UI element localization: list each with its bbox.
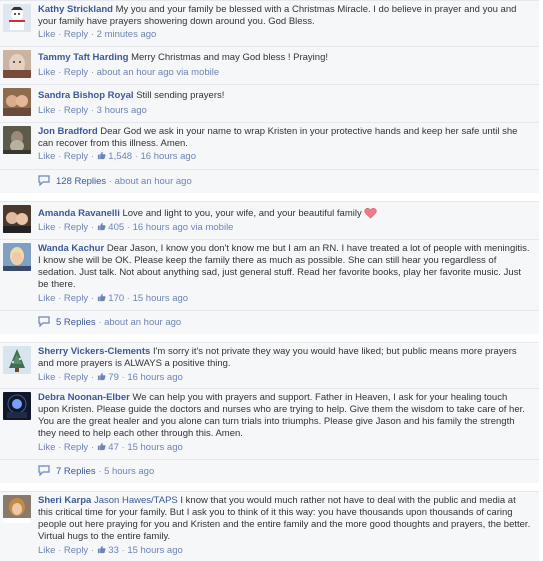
like-link[interactable]: Like: [38, 151, 55, 162]
avatar[interactable]: [3, 88, 31, 116]
spacer: [0, 193, 539, 201]
like-thumb-icon: [97, 293, 106, 302]
reply-link[interactable]: Reply: [64, 151, 88, 162]
comment-author[interactable]: Kathy Strickland: [38, 4, 113, 15]
spacer: [0, 334, 539, 342]
comment-author[interactable]: Amanda Ravanelli: [38, 208, 120, 219]
reply-link[interactable]: Reply: [64, 545, 88, 556]
like-link[interactable]: Like: [38, 222, 55, 233]
comment-author[interactable]: Debra Noonan-Elber: [38, 392, 130, 403]
avatar[interactable]: [3, 346, 31, 374]
like-link[interactable]: Like: [38, 442, 55, 453]
avatar[interactable]: [3, 243, 31, 271]
comment-time[interactable]: 15 hours ago: [133, 293, 188, 304]
reply-thread[interactable]: 5 Replies · about an hour ago: [0, 310, 539, 334]
avatar[interactable]: [3, 495, 31, 523]
comment-author[interactable]: Sandra Bishop Royal: [38, 90, 134, 101]
comment: Sheri Karpa Jason Hawes/TAPS I know that…: [0, 491, 539, 561]
like-thumb-icon: [97, 372, 106, 381]
comment: Sandra Bishop Royal Still sending prayer…: [0, 84, 539, 122]
comment: Sherry Vickers-Clements I'm sorry it's n…: [0, 342, 539, 388]
reply-thread[interactable]: 7 Replies · 5 hours ago: [0, 459, 539, 483]
comment-time[interactable]: 15 hours ago: [127, 442, 182, 453]
comment-time[interactable]: 16 hours ago via mobile: [133, 222, 234, 233]
comment-feed: Kathy Strickland My you and your family …: [0, 0, 543, 561]
reply-time[interactable]: about an hour ago: [115, 176, 192, 187]
comment-time[interactable]: about an hour ago via mobile: [97, 67, 220, 78]
like-count[interactable]: 405: [108, 222, 124, 233]
comment: Amanda Ravanelli Love and light to you, …: [0, 201, 539, 239]
like-count[interactable]: 79: [108, 372, 119, 383]
avatar[interactable]: [3, 50, 31, 78]
comment: Tammy Taft Harding Merry Christmas and m…: [0, 46, 539, 84]
like-link[interactable]: Like: [38, 545, 55, 556]
spacer: [0, 483, 539, 491]
like-link[interactable]: Like: [38, 29, 55, 40]
reply-link[interactable]: Reply: [64, 372, 88, 383]
comment-time[interactable]: 16 hours ago: [127, 372, 182, 383]
like-thumb-icon: [97, 151, 106, 160]
like-count[interactable]: 170: [108, 293, 124, 304]
reply-link[interactable]: Reply: [64, 293, 88, 304]
like-count[interactable]: 47: [108, 442, 119, 453]
avatar[interactable]: [3, 205, 31, 233]
reply-link[interactable]: Reply: [64, 105, 88, 116]
reply-thread[interactable]: 128 Replies · about an hour ago: [0, 169, 539, 193]
like-count[interactable]: 1,548: [108, 151, 132, 162]
comment-author[interactable]: Tammy Taft Harding: [38, 52, 128, 63]
comment-time[interactable]: 15 hours ago: [127, 545, 182, 556]
avatar[interactable]: [3, 4, 31, 32]
tagged-page-link[interactable]: Jason Hawes/TAPS: [94, 495, 178, 506]
like-count[interactable]: 33: [108, 545, 119, 556]
avatar[interactable]: [3, 126, 31, 154]
reply-count[interactable]: 7 Replies: [56, 466, 96, 477]
comment-text: Dear God we ask in your name to wrap Kri…: [38, 126, 518, 149]
comment-text: Still sending prayers!: [136, 90, 225, 101]
comment-time[interactable]: 3 hours ago: [97, 105, 147, 116]
like-thumb-icon: [97, 222, 106, 231]
reply-bubble-icon: [38, 175, 50, 186]
comment: Wanda Kachur Dear Jason, I know you don'…: [0, 239, 539, 310]
like-link[interactable]: Like: [38, 372, 55, 383]
comment-author[interactable]: Sherry Vickers-Clements: [38, 346, 150, 357]
reply-count[interactable]: 5 Replies: [56, 317, 96, 328]
comment-text: Dear Jason, I know you don't know me but…: [38, 243, 530, 290]
comment-text: Merry Christmas and may God bless ! Pray…: [131, 52, 329, 63]
reply-link[interactable]: Reply: [64, 67, 88, 78]
heart-icon: [364, 208, 377, 219]
reply-time[interactable]: about an hour ago: [104, 317, 181, 328]
like-thumb-icon: [97, 545, 106, 554]
reply-bubble-icon: [38, 316, 50, 327]
comment: Jon Bradford Dear God we ask in your nam…: [0, 122, 539, 169]
reply-time[interactable]: 5 hours ago: [104, 466, 154, 477]
comment: Debra Noonan-Elber We can help you with …: [0, 388, 539, 459]
like-link[interactable]: Like: [38, 105, 55, 116]
reply-link[interactable]: Reply: [64, 29, 88, 40]
reply-bubble-icon: [38, 465, 50, 476]
like-thumb-icon: [97, 442, 106, 451]
reply-link[interactable]: Reply: [64, 442, 88, 453]
reply-link[interactable]: Reply: [64, 222, 88, 233]
like-link[interactable]: Like: [38, 293, 55, 304]
comment-time[interactable]: 16 hours ago: [141, 151, 196, 162]
comment-author[interactable]: Sheri Karpa: [38, 495, 91, 506]
comment-author[interactable]: Jon Bradford: [38, 126, 98, 137]
comment: Kathy Strickland My you and your family …: [0, 0, 539, 46]
avatar[interactable]: [3, 392, 31, 420]
comment-author[interactable]: Wanda Kachur: [38, 243, 104, 254]
comment-time[interactable]: 2 minutes ago: [97, 29, 157, 40]
like-link[interactable]: Like: [38, 67, 55, 78]
comment-text: Love and light to you, your wife, and yo…: [122, 208, 362, 219]
reply-count[interactable]: 128 Replies: [56, 176, 106, 187]
